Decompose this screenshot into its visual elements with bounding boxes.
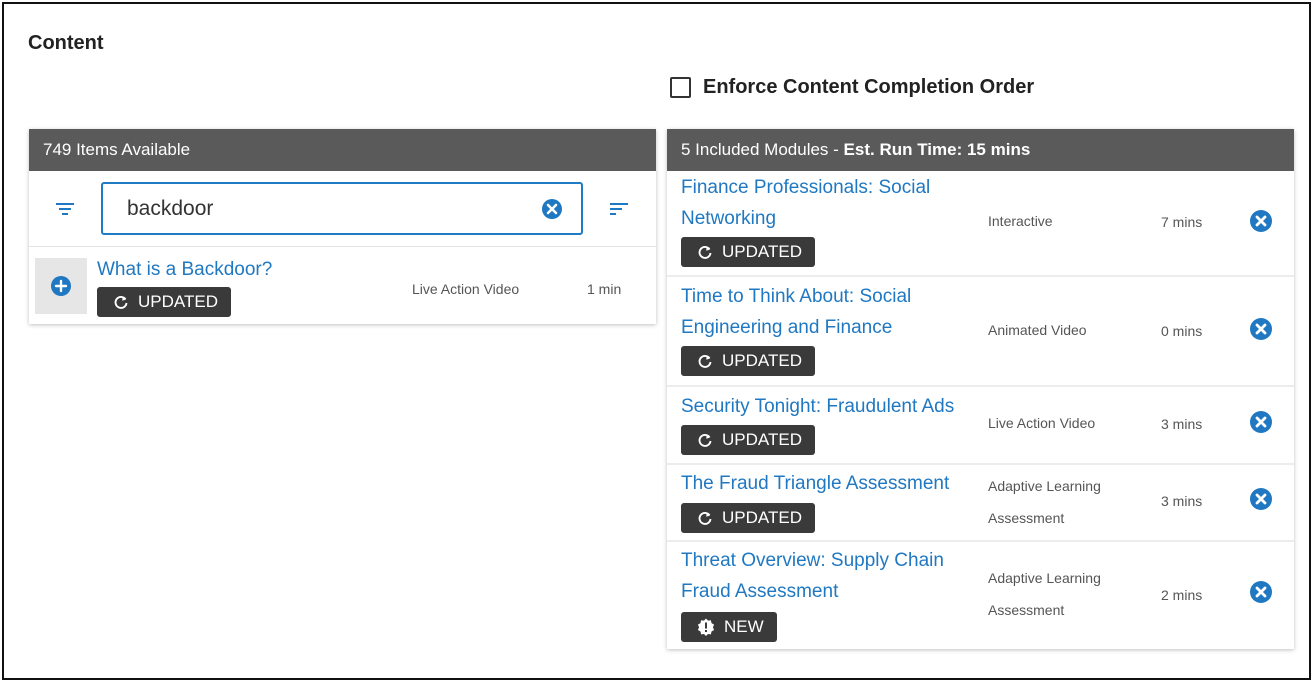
module-row: Time to Think About: Social Engineering … [667, 277, 1294, 387]
module-type-line: Assessment [988, 510, 1065, 526]
module-title-link[interactable]: Finance Professionals: Social Networking [681, 172, 930, 234]
module-type: Live Action Video [988, 407, 1095, 439]
refresh-icon [114, 295, 128, 309]
badge-label: UPDATED [722, 430, 802, 449]
badge-label: NEW [724, 617, 764, 636]
refresh-icon [698, 354, 712, 368]
status-badge: UPDATED [681, 503, 815, 533]
module-row: Security Tonight: Fraudulent Ads UPDATED… [667, 387, 1294, 465]
search-input[interactable] [127, 196, 527, 222]
refresh-icon [698, 433, 712, 447]
badge-label: UPDATED [138, 292, 218, 311]
module-type-line: Interactive [988, 213, 1053, 229]
module-duration: 0 mins [1161, 323, 1203, 339]
module-row: Finance Professionals: Social Networking… [667, 171, 1294, 277]
remove-module-icon[interactable] [1249, 487, 1273, 511]
available-items-panel: 749 Items Available backdoor What is a B… [29, 129, 656, 324]
module-type: Animated Video [988, 314, 1087, 346]
enforce-order-checkbox[interactable] [670, 77, 691, 98]
content-frame: Content Enforce Content Completion Order… [2, 2, 1311, 680]
module-title-line: The Fraud Triangle Assessment [681, 473, 950, 494]
module-title-line: Finance Professionals: Social [681, 177, 931, 198]
module-title-link[interactable]: Threat Overview: Supply Chain Fraud Asse… [681, 545, 944, 607]
badge-label: UPDATED [722, 242, 802, 261]
module-title-line: Fraud Assessment [681, 581, 839, 602]
refresh-icon [698, 511, 712, 525]
badge-label: UPDATED [722, 351, 802, 370]
plus-icon [51, 276, 71, 296]
add-item-button[interactable] [35, 258, 87, 314]
module-title-line: Threat Overview: Supply Chain [681, 550, 944, 571]
status-badge: UPDATED [681, 425, 815, 455]
item-title-link[interactable]: What is a Backdoor? [97, 259, 272, 281]
status-badge: UPDATED [681, 346, 815, 376]
module-type-line: Assessment [988, 602, 1065, 618]
module-duration: 7 mins [1161, 214, 1203, 230]
module-row: The Fraud Triangle Assessment UPDATED Ad… [667, 465, 1294, 542]
module-title-line: Security Tonight: Fraudulent Ads [681, 396, 955, 417]
list-item: What is a Backdoor? UPDATED Live Action … [29, 247, 656, 324]
module-type-line: Animated Video [988, 322, 1087, 338]
module-title-link[interactable]: The Fraud Triangle Assessment [681, 468, 949, 499]
status-badge: UPDATED [681, 237, 815, 267]
remove-module-icon[interactable] [1249, 580, 1273, 604]
module-duration: 3 mins [1161, 493, 1203, 509]
search-box [101, 182, 583, 235]
module-title-line: Engineering and Finance [681, 317, 893, 338]
enforce-order-label: Enforce Content Completion Order [703, 76, 1035, 98]
module-type: Adaptive Learning Assessment [988, 470, 1101, 534]
included-modules-panel: 5 Included Modules - Est. Run Time: 15 m… [667, 129, 1294, 649]
alert-icon [697, 618, 715, 636]
est-run-time: Est. Run Time: 15 mins [843, 140, 1031, 159]
search-row [29, 171, 656, 247]
remove-module-icon[interactable] [1249, 209, 1273, 233]
included-modules-count: 5 Included Modules - [681, 140, 844, 159]
module-duration: 2 mins [1161, 587, 1203, 603]
module-type-line: Live Action Video [988, 415, 1096, 431]
module-type: Interactive [988, 205, 1053, 237]
module-type-line: Adaptive Learning [988, 570, 1101, 586]
module-title-link[interactable]: Security Tonight: Fraudulent Ads [681, 391, 954, 422]
module-duration: 3 mins [1161, 416, 1203, 432]
item-duration: 1 min [587, 281, 622, 297]
module-type: Adaptive Learning Assessment [988, 562, 1101, 626]
badge-label: UPDATED [722, 508, 802, 527]
module-row: Threat Overview: Supply Chain Fraud Asse… [667, 542, 1294, 648]
module-type-line: Adaptive Learning [988, 478, 1101, 494]
enforce-order-option[interactable]: Enforce Content Completion Order [670, 76, 1034, 99]
included-modules-header: 5 Included Modules - Est. Run Time: 15 m… [667, 129, 1294, 171]
remove-module-icon[interactable] [1249, 410, 1273, 434]
available-items-header: 749 Items Available [29, 129, 656, 171]
clear-search-icon[interactable] [541, 198, 563, 220]
sort-icon[interactable] [607, 197, 631, 221]
status-badge: UPDATED [97, 287, 231, 317]
module-title-line: Time to Think About: Social [681, 286, 912, 307]
module-title-link[interactable]: Time to Think About: Social Engineering … [681, 281, 911, 343]
refresh-icon [698, 245, 712, 259]
status-badge: NEW [681, 612, 777, 642]
item-type: Live Action Video [412, 281, 520, 297]
section-title: Content [28, 32, 104, 54]
module-title-line: Networking [681, 208, 777, 229]
filter-icon[interactable] [53, 197, 77, 221]
remove-module-icon[interactable] [1249, 317, 1273, 341]
